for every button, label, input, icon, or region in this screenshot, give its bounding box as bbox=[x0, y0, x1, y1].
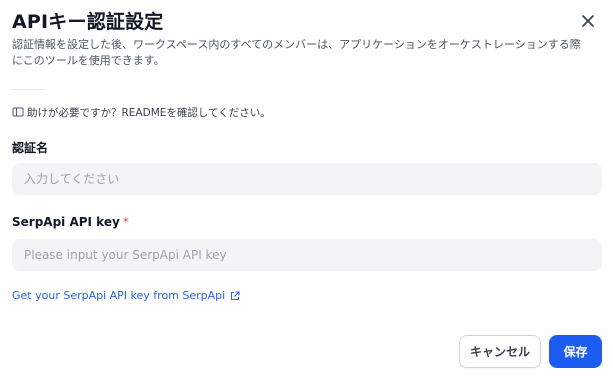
divider bbox=[12, 89, 44, 90]
get-api-key-link-text: Get your SerpApi API key from SerpApi bbox=[12, 289, 226, 302]
api-key-label: SerpApi API key * bbox=[12, 215, 129, 229]
api-key-auth-dialog: APIキー認証設定 認証情報を設定した後、ワークスペース内のすべてのメンバーは、… bbox=[0, 0, 613, 376]
book-icon bbox=[12, 106, 24, 118]
dialog-title: APIキー認証設定 bbox=[12, 11, 164, 33]
api-key-input[interactable] bbox=[12, 239, 602, 271]
api-key-label-text: SerpApi API key bbox=[12, 215, 120, 229]
external-link-icon bbox=[230, 291, 240, 301]
auth-name-label-text: 認証名 bbox=[12, 141, 49, 155]
help-text: 助けが必要ですか？READMEを確認してください。 bbox=[27, 106, 271, 119]
get-api-key-link[interactable]: Get your SerpApi API key from SerpApi bbox=[12, 289, 240, 302]
auth-name-input[interactable] bbox=[12, 163, 602, 195]
close-button[interactable] bbox=[577, 10, 599, 32]
auth-name-label: 認証名 bbox=[12, 139, 48, 156]
close-icon bbox=[582, 15, 594, 27]
help-readme-link[interactable]: 助けが必要ですか？READMEを確認してください。 bbox=[12, 104, 271, 120]
cancel-button[interactable]: キャンセル bbox=[459, 335, 541, 368]
dialog-description: 認証情報を設定した後、ワークスペース内のすべてのメンバーは、アプリケーションをオ… bbox=[12, 38, 581, 67]
required-marker: * bbox=[122, 215, 129, 229]
save-button[interactable]: 保存 bbox=[549, 335, 602, 368]
